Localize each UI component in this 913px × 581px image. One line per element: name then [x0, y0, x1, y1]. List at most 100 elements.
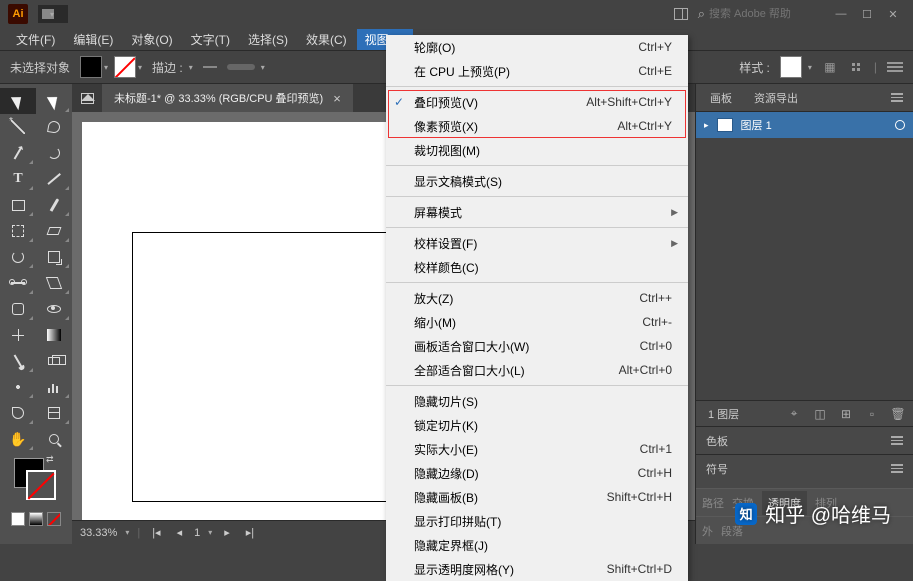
lasso-tool[interactable] — [36, 114, 72, 140]
slice-tool[interactable] — [36, 400, 72, 426]
color-mode-button[interactable] — [11, 512, 25, 526]
direct-selection-tool[interactable] — [36, 88, 72, 114]
free-transform-tool[interactable] — [36, 270, 72, 296]
preferences-icon[interactable] — [887, 59, 903, 75]
curvature-tool[interactable] — [36, 140, 72, 166]
rotate-tool[interactable] — [0, 244, 36, 270]
magic-wand-tool[interactable] — [0, 114, 36, 140]
last-artboard-button[interactable]: ▸| — [242, 526, 258, 539]
panel-menu-icon[interactable] — [883, 436, 903, 445]
zoom-tool[interactable] — [36, 426, 72, 452]
menu-item[interactable]: 校样设置(F)▶ — [386, 231, 688, 255]
menu-item[interactable]: ✓叠印预览(V)Alt+Shift+Ctrl+Y — [386, 90, 688, 114]
panel-menu-icon[interactable] — [883, 464, 903, 473]
prev-artboard-button[interactable]: ◂ — [173, 526, 187, 539]
menu-item[interactable]: 放大(Z)Ctrl++ — [386, 286, 688, 310]
rectangle-tool[interactable] — [0, 192, 36, 218]
artboard-index[interactable]: 1 — [194, 527, 200, 539]
close-tab-icon[interactable]: × — [333, 91, 341, 106]
help-search-input[interactable] — [709, 8, 809, 20]
menu-item[interactable]: 缩小(M)Ctrl+- — [386, 310, 688, 334]
menu-item[interactable]: 显示文稿模式(S) — [386, 169, 688, 193]
menu-type[interactable]: 文字(T) — [183, 29, 238, 50]
locate-layer-icon[interactable]: ⌖ — [787, 407, 801, 421]
help-search[interactable]: ⌕ — [698, 6, 809, 22]
paintbrush-tool[interactable] — [36, 192, 72, 218]
layer-target-icon[interactable] — [895, 120, 905, 130]
gradient-tool[interactable] — [36, 322, 72, 348]
variable-width-profile[interactable] — [227, 64, 255, 70]
home-tab[interactable] — [72, 84, 102, 112]
fill-swatch[interactable] — [80, 56, 102, 78]
line-segment-tool[interactable] — [36, 166, 72, 192]
menu-effect[interactable]: 效果(C) — [298, 29, 355, 50]
shape-builder-tool[interactable] — [0, 296, 36, 322]
create-sublayer-icon[interactable]: ⊞ — [839, 407, 853, 421]
artboard-tool[interactable] — [0, 400, 36, 426]
mesh-tool[interactable] — [0, 322, 36, 348]
layer-name[interactable]: 图层 1 — [741, 117, 772, 133]
menu-item[interactable]: 像素预览(X)Alt+Ctrl+Y — [386, 114, 688, 138]
workspace-switcher[interactable]: ▾ — [38, 5, 68, 23]
layer-row[interactable]: ▸ 图层 1 — [696, 112, 913, 138]
tab-pathfinder[interactable]: 路径 — [702, 495, 724, 511]
new-layer-icon[interactable]: ▫ — [865, 407, 879, 421]
column-graph-tool[interactable] — [36, 374, 72, 400]
tab-asset-export[interactable]: 资源导出 — [750, 88, 802, 108]
stroke-weight-dropdown[interactable]: ▾ — [189, 63, 193, 72]
shaper-tool[interactable] — [0, 218, 36, 244]
layer-expand-icon[interactable]: ▸ — [704, 120, 709, 131]
zoom-dropdown-icon[interactable]: ▾ — [125, 528, 129, 537]
close-button[interactable]: ✕ — [881, 5, 905, 23]
menu-item[interactable]: 屏幕模式▶ — [386, 200, 688, 224]
graphic-style-swatch[interactable] — [780, 56, 802, 78]
menu-item[interactable]: 轮廓(O)Ctrl+Y — [386, 35, 688, 59]
type-tool[interactable]: T — [0, 166, 36, 192]
menu-select[interactable]: 选择(S) — [240, 29, 296, 50]
menu-item[interactable]: 画板适合窗口大小(W)Ctrl+0 — [386, 334, 688, 358]
menu-item[interactable]: 校样颜色(C) — [386, 255, 688, 279]
stroke-swatch[interactable] — [114, 56, 136, 78]
width-tool[interactable] — [0, 270, 36, 296]
menu-item[interactable]: 显示透明度网格(Y)Shift+Ctrl+D — [386, 557, 688, 581]
menu-item[interactable]: 隐藏边缘(D)Ctrl+H — [386, 461, 688, 485]
swap-fill-stroke-icon[interactable]: ⇄ — [46, 454, 54, 465]
menu-item[interactable]: 锁定切片(K) — [386, 413, 688, 437]
tab-artboards[interactable]: 画板 — [706, 88, 736, 108]
zoom-level[interactable]: 33.33% — [80, 527, 117, 539]
menu-item[interactable]: 实际大小(E)Ctrl+1 — [386, 437, 688, 461]
menu-edit[interactable]: 编辑(E) — [65, 29, 121, 50]
none-mode-button[interactable] — [47, 512, 61, 526]
menu-item[interactable]: 在 CPU 上预览(P)Ctrl+E — [386, 59, 688, 83]
tab-appearance[interactable]: 外 — [702, 523, 713, 539]
scale-tool[interactable] — [36, 244, 72, 270]
delete-layer-icon[interactable]: 🗑 — [891, 407, 905, 421]
menu-item[interactable]: 全部适合窗口大小(L)Alt+Ctrl+0 — [386, 358, 688, 382]
maximize-button[interactable]: ☐ — [855, 5, 879, 23]
hand-tool[interactable]: ✋ — [0, 426, 36, 452]
symbols-panel-tab[interactable]: 符号 — [696, 454, 913, 482]
menu-item[interactable]: 显示打印拼贴(T) — [386, 509, 688, 533]
symbol-sprayer-tool[interactable] — [0, 374, 36, 400]
menu-object[interactable]: 对象(O) — [123, 29, 180, 50]
doc-setup-icon[interactable]: ▦ — [822, 59, 838, 75]
arrange-documents-icon[interactable] — [674, 8, 688, 20]
fill-stroke-indicator[interactable]: ⇄ — [0, 452, 72, 512]
menu-file[interactable]: 文件(F) — [8, 29, 63, 50]
minimize-button[interactable]: — — [829, 5, 853, 23]
menu-item[interactable]: 隐藏切片(S) — [386, 389, 688, 413]
swatches-panel-tab[interactable]: 色板 — [696, 426, 913, 454]
selection-tool[interactable] — [0, 88, 36, 114]
pen-tool[interactable] — [0, 140, 36, 166]
perspective-grid-tool[interactable] — [36, 296, 72, 322]
blend-tool[interactable] — [36, 348, 72, 374]
stroke-color[interactable] — [26, 470, 56, 500]
align-icon[interactable] — [848, 59, 864, 75]
menu-item[interactable]: 裁切视图(M) — [386, 138, 688, 162]
next-artboard-button[interactable]: ▸ — [220, 526, 234, 539]
document-tab[interactable]: 未标题-1* @ 33.33% (RGB/CPU 叠印预览) × — [102, 84, 353, 112]
menu-item[interactable]: 隐藏定界框(J) — [386, 533, 688, 557]
panel-menu-icon[interactable] — [883, 93, 903, 102]
menu-item[interactable]: 隐藏画板(B)Shift+Ctrl+H — [386, 485, 688, 509]
first-artboard-button[interactable]: |◂ — [148, 526, 164, 539]
